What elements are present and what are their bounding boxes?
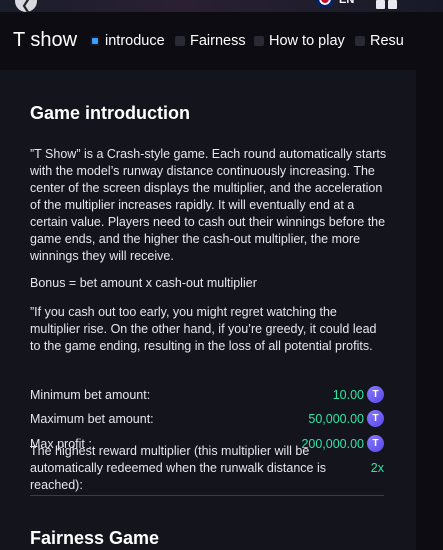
scrollbar[interactable] xyxy=(416,70,443,550)
tab-label: Fairness xyxy=(190,33,246,49)
tab-label: introduce xyxy=(105,33,165,49)
grid-icon[interactable] xyxy=(376,0,398,10)
tab-results[interactable]: Resu xyxy=(355,33,404,49)
tab-label: How to play xyxy=(269,33,345,49)
tab-introduce[interactable]: introduce xyxy=(90,33,165,49)
token-coin-icon: T xyxy=(367,386,384,403)
token-coin-icon: T xyxy=(367,410,384,427)
uk-flag-icon[interactable] xyxy=(316,0,334,8)
min-bet-value: 10.00 xyxy=(332,388,364,402)
tab-how-to-play[interactable]: How to play xyxy=(254,33,345,49)
tab-label: Resu xyxy=(370,33,404,49)
tab-indicator-icon xyxy=(254,36,264,46)
tab-indicator-icon xyxy=(90,36,100,46)
back-icon[interactable]: ❮ xyxy=(15,0,37,12)
max-bet-value: 50,000.00 xyxy=(308,412,364,426)
tab-fairness[interactable]: Fairness xyxy=(175,33,246,49)
page-title: T show xyxy=(13,29,78,51)
intro-title: Game introduction xyxy=(30,103,191,123)
tab-indicator-icon xyxy=(175,36,185,46)
reward-multiplier-value: 2x xyxy=(370,461,384,475)
max-bet-row: Maximum bet amount: 50,000.00 T xyxy=(30,410,384,428)
reward-multiplier-label: The highest reward multiplier (this mult… xyxy=(30,444,326,492)
language-label[interactable]: EN xyxy=(339,0,354,6)
min-bet-label: Minimum bet amount: xyxy=(30,388,151,402)
bonus-formula: Bonus = bet amount x cash-out multiplier xyxy=(30,276,257,290)
intro-paragraph: ”T Show” is a Crash-style game. Each rou… xyxy=(30,147,387,263)
fairness-title: Fairness Game xyxy=(30,528,160,548)
reward-multiplier-row: The highest reward multiplier (this mult… xyxy=(30,443,384,496)
tab-indicator-icon xyxy=(355,36,365,46)
min-bet-row: Minimum bet amount: 10.00 T xyxy=(30,386,384,404)
max-bet-label: Maximum bet amount: xyxy=(30,412,154,426)
cash-out-paragraph: ”If you cash out too early, you might re… xyxy=(30,305,377,353)
top-bar: ❮ EN xyxy=(0,0,443,12)
